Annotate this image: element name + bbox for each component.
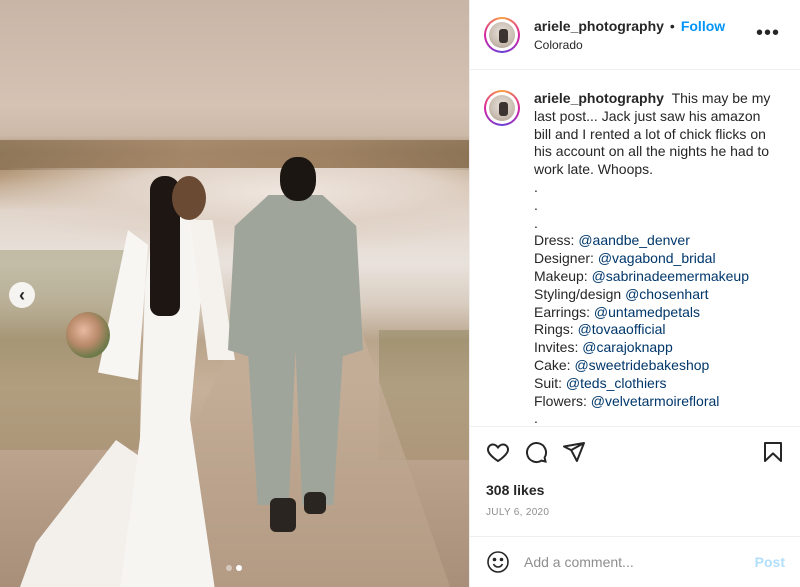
heart-icon[interactable]: [486, 440, 510, 464]
more-options-icon[interactable]: •••: [756, 22, 780, 45]
bouquet: [66, 312, 110, 358]
likes-count[interactable]: 308 likes: [486, 482, 544, 498]
groom-shoe-right: [304, 492, 326, 514]
share-icon[interactable]: [562, 440, 586, 464]
avatar[interactable]: [484, 16, 520, 53]
mention-link[interactable]: @sabrinadeemermakeup: [592, 268, 749, 284]
credit-line: Makeup: @sabrinadeemermakeup: [534, 268, 774, 286]
credit-role: Styling/design: [534, 285, 622, 302]
credit-role: Makeup:: [534, 267, 588, 284]
carousel-prev-button[interactable]: ‹: [9, 282, 35, 308]
caption-area: ariele_photography This may be my last p…: [470, 70, 800, 426]
post-comment-button[interactable]: Post: [755, 554, 785, 570]
credit-role: Cake:: [534, 356, 571, 373]
caption-dot: .: [534, 196, 538, 213]
mention-link[interactable]: @carajoknapp: [582, 339, 673, 355]
header-separator: •: [669, 17, 675, 34]
mention-link[interactable]: @tovaaofficial: [578, 321, 666, 337]
post-header: ariele_photography • Follow Colorado •••: [470, 0, 800, 70]
credit-line: Suit: @teds_clothiers: [534, 375, 774, 393]
caption-avatar[interactable]: [484, 90, 520, 126]
mention-link[interactable]: @vagabond_bridal: [598, 250, 716, 266]
caption-dot: .: [534, 410, 538, 426]
credit-line: Designer: @vagabond_bridal: [534, 250, 774, 268]
comment-bar: Post: [470, 536, 800, 587]
carousel-dot-active: [236, 565, 242, 571]
comment-input[interactable]: [524, 554, 734, 570]
groom-shoe-left: [270, 498, 296, 532]
credit-line: Rings: @tovaaofficial: [534, 321, 774, 339]
groom-head: [280, 157, 316, 201]
credit-line: Flowers: @velvetarmoirefloral: [534, 393, 774, 411]
caption-text: ariele_photography This may be my last p…: [534, 90, 774, 426]
cliff-band: [0, 140, 469, 170]
caption-dot: .: [534, 178, 538, 195]
credit-role: Suit:: [534, 374, 563, 391]
credit-role: Flowers:: [534, 392, 587, 409]
caption-dot: .: [534, 214, 538, 231]
credit-line: Dress: @aandbe_denver: [534, 232, 774, 250]
carousel-dots: [226, 565, 242, 571]
mention-link[interactable]: @aandbe_denver: [578, 232, 690, 248]
credit-role: Rings:: [534, 321, 574, 338]
credit-line: Cake: @sweetridebakeshop: [534, 357, 774, 375]
comment-icon[interactable]: [524, 440, 548, 464]
credit-line: Earrings: @untamedpetals: [534, 304, 774, 322]
avatar-ring: [486, 18, 518, 51]
header-line: ariele_photography • Follow: [534, 18, 725, 34]
credit-role: Earrings:: [534, 303, 591, 320]
chevron-left-icon: ‹: [19, 284, 25, 305]
mention-link[interactable]: @untamedpetals: [594, 304, 700, 320]
caption-username[interactable]: ariele_photography: [534, 90, 664, 106]
mention-link[interactable]: @chosenhart: [625, 286, 708, 302]
emoji-icon[interactable]: [486, 550, 510, 574]
mention-link[interactable]: @velvetarmoirefloral: [591, 393, 720, 409]
mention-link[interactable]: @sweetridebakeshop: [574, 357, 709, 373]
avatar-image: [489, 95, 515, 121]
credit-line: Invites: @carajoknapp: [534, 339, 774, 357]
carousel-dot: [226, 565, 232, 571]
action-bar: [470, 426, 800, 477]
location-link[interactable]: Colorado: [534, 38, 725, 52]
bride-head: [172, 176, 206, 220]
avatar-ring: [486, 92, 518, 124]
bookmark-icon[interactable]: [761, 440, 785, 464]
credit-line: Styling/design @chosenhart: [534, 286, 774, 304]
credit-role: Dress:: [534, 232, 575, 249]
header-text: ariele_photography • Follow Colorado: [534, 18, 725, 52]
credit-role: Designer:: [534, 250, 594, 267]
mention-link[interactable]: @teds_clothiers: [566, 375, 667, 391]
follow-button[interactable]: Follow: [681, 18, 725, 34]
avatar-image: [489, 21, 515, 48]
post-photo[interactable]: ‹: [0, 0, 469, 587]
credit-role: Invites:: [534, 339, 579, 356]
post-sidebar: ariele_photography • Follow Colorado •••…: [469, 0, 800, 587]
post-date[interactable]: JULY 6, 2020: [486, 507, 549, 518]
header-username[interactable]: ariele_photography: [534, 18, 664, 34]
